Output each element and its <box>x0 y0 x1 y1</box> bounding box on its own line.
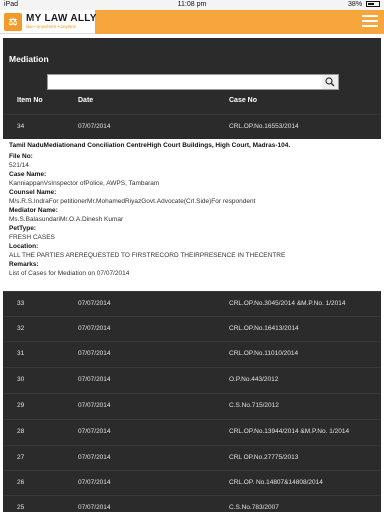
row-date: 07/07/2014 <box>78 350 111 357</box>
table-row[interactable]: 33 07/07/2014 CRL.OP.No.3045/2014 &M.P.N… <box>3 291 381 316</box>
table-row[interactable]: 27 07/07/2014 CRL OP.No.27775/2013 <box>3 445 381 470</box>
row-case-no: CRL.OP.No.16413/2014 <box>229 325 299 332</box>
table-row[interactable]: 28 07/07/2014 CRL.OP.No.13944/2014 &M.P.… <box>3 419 381 444</box>
app-name: MY LAW ALLY <box>26 13 97 25</box>
table-row[interactable]: 25 07/07/2014 C.S.No.783/2007 <box>3 495 381 512</box>
detail-value-mediator-name: Ms.S.BalasundariMr.O.A.Dinesh Kumar <box>9 216 124 223</box>
detail-label: Counsel Name: <box>9 189 57 196</box>
detail-value-case-name: KanniappanVsInspector ofPolice, AWPS, Ta… <box>9 180 160 187</box>
row-case-no: CRL.OP.No.16553/2014 <box>229 123 299 130</box>
search-icon <box>325 77 335 87</box>
row-date: 07/07/2014 <box>78 479 111 486</box>
app-logo[interactable]: ⚖ MY LAW ALLY law • anywhere • anytime <box>4 12 97 32</box>
row-item-no: 34 <box>17 123 25 130</box>
row-date: 07/07/2014 <box>78 504 111 511</box>
row-case-no: O.P.No.443/2012 <box>229 376 279 383</box>
row-date: 07/07/2014 <box>78 402 111 409</box>
column-header-date: Date <box>78 97 94 104</box>
detail-label: Mediator Name: <box>9 207 58 214</box>
row-case-no: CRL.OP.No.3045/2014 &M.P.No. 1/2014 <box>229 300 346 307</box>
search-input[interactable] <box>48 75 318 89</box>
column-header-case-no: Case No <box>229 97 258 104</box>
row-case-no: CRL.OP.No.13944/2014 &M.P.No. 1/2014 <box>229 428 350 435</box>
detail-title: Tamil NaduMediationand Conciliation Cent… <box>9 142 291 149</box>
battery-percent: 38% <box>348 1 363 8</box>
detail-value-counsel-name: M/s.R.S.IndraFor petitionerMr.MohamedRiy… <box>9 198 256 205</box>
detail-label: Location: <box>9 243 39 250</box>
scales-icon: ⚖ <box>4 13 22 31</box>
row-date: 07/07/2014 <box>78 454 111 461</box>
status-bar: iPad 11:08 pm 38% <box>0 0 384 10</box>
row-item-no: 25 <box>17 504 25 511</box>
row-case-no: C.S.No.715/2012 <box>229 402 279 409</box>
app-tagline: law • anywhere • anytime <box>26 24 77 30</box>
table-header: Item No Date Case No <box>3 96 381 108</box>
detail-value-remarks: List of Cases for Mediation on 07/07/201… <box>9 270 130 277</box>
battery-icon <box>366 1 380 8</box>
case-detail-panel: Tamil NaduMediationand Conciliation Cent… <box>3 139 381 291</box>
detail-value-location: ALL THE PARTIES AREREQUESTED TO FIRSTREC… <box>9 252 286 259</box>
search-box <box>47 74 339 90</box>
table-row[interactable]: 34 07/07/2014 CRL.OP.No.16553/2014 <box>3 114 381 139</box>
row-item-no: 30 <box>17 376 25 383</box>
row-item-no: 26 <box>17 479 25 486</box>
clock: 11:08 pm <box>177 1 207 8</box>
detail-label: Case Name: <box>9 171 47 178</box>
mediation-panel: Mediation Item No Date Case No 34 07/07/… <box>3 38 381 512</box>
detail-label: PetType: <box>9 225 36 232</box>
column-header-item-no: Item No <box>17 97 43 104</box>
row-date: 07/07/2014 <box>78 376 111 383</box>
search-button[interactable] <box>322 75 338 89</box>
table-row[interactable]: 30 07/07/2014 O.P.No.443/2012 <box>3 367 381 392</box>
header-accent-band <box>95 10 384 34</box>
table-row[interactable]: 32 07/07/2014 CRL.OP.No.16413/2014 <box>3 316 381 341</box>
row-item-no: 29 <box>17 402 25 409</box>
page-title: Mediation <box>9 54 49 64</box>
detail-label: File No: <box>9 153 33 160</box>
app-header: ⚖ MY LAW ALLY law • anywhere • anytime <box>0 10 384 34</box>
battery-indicator: 38% <box>348 1 380 8</box>
table-row[interactable]: 26 07/07/2014 CRL.OP. No.14807&14808/201… <box>3 470 381 495</box>
table-row[interactable]: 31 07/07/2014 CRL.OP.No.11010/2014 <box>3 341 381 366</box>
row-date: 07/07/2014 <box>78 428 111 435</box>
row-item-no: 33 <box>17 300 25 307</box>
detail-value-file-no: 521/14 <box>9 162 29 169</box>
row-item-no: 27 <box>17 454 25 461</box>
row-item-no: 32 <box>17 325 25 332</box>
row-date: 07/07/2014 <box>78 300 111 307</box>
row-item-no: 31 <box>17 350 25 357</box>
row-case-no: CRL.OP.No.11010/2014 <box>229 350 299 357</box>
row-item-no: 28 <box>17 428 25 435</box>
hamburger-menu-icon[interactable] <box>362 15 378 29</box>
detail-label: Remarks: <box>9 261 39 268</box>
row-date: 07/07/2014 <box>78 123 111 130</box>
row-date: 07/07/2014 <box>78 325 111 332</box>
table-row[interactable]: 29 07/07/2014 C.S.No.715/2012 <box>3 393 381 418</box>
row-case-no: CRL OP.No.27775/2013 <box>229 454 299 461</box>
row-case-no: CRL.OP. No.14807&14808/2014 <box>229 479 323 486</box>
row-case-no: C.S.No.783/2007 <box>229 504 279 511</box>
detail-value-pet-type: FRESH CASES <box>9 234 55 241</box>
